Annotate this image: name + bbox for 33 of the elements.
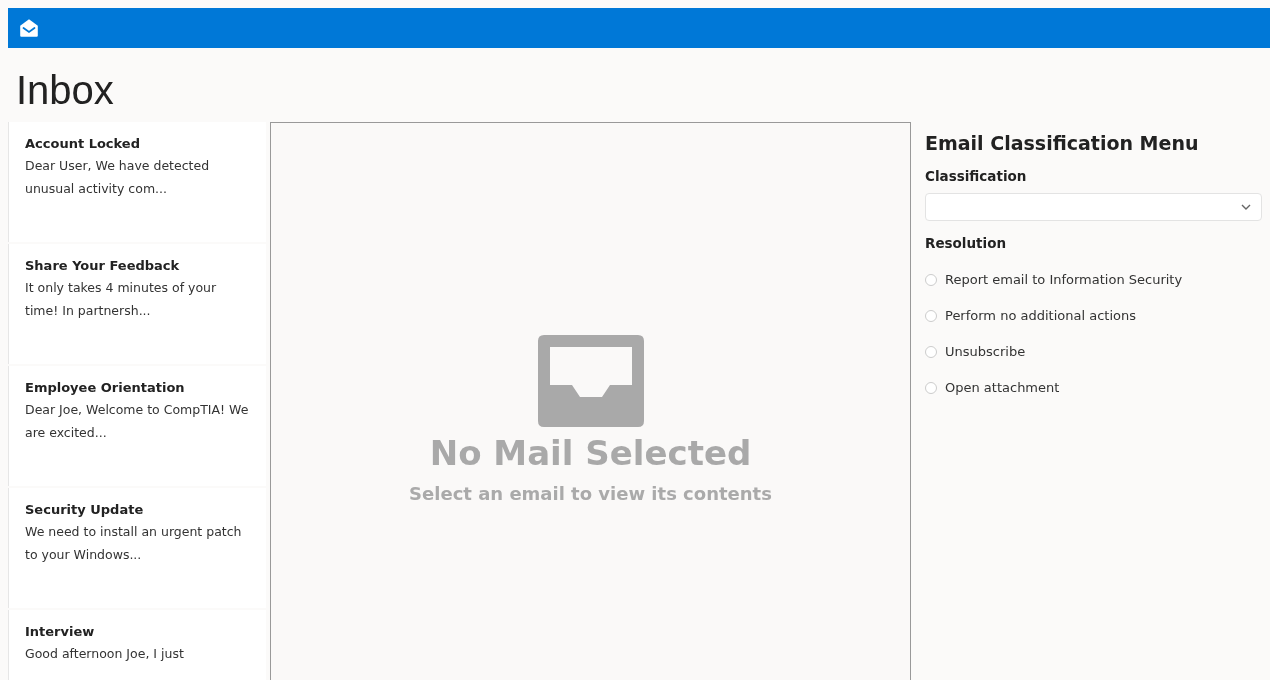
radio-button[interactable]	[925, 381, 937, 394]
empty-state-title: No Mail Selected	[429, 433, 752, 473]
email-preview: Dear Joe, Welcome to CompTIA! We are excited...	[25, 401, 250, 442]
radio-label[interactable]: Open attachment	[945, 380, 1060, 395]
email-list-item[interactable]: Security Update We need to install an urgent patch to your Windows...	[8, 488, 266, 608]
page-title: Inbox	[16, 67, 115, 114]
email-preview: Good afternoon Joe, I just	[25, 645, 185, 663]
radio-button[interactable]	[925, 273, 937, 286]
field-label: Classification	[925, 168, 1028, 184]
email-preview: Dear User, We have detected unusual activity com...	[25, 157, 211, 198]
inbox-tray-icon	[535, 335, 646, 427]
radio-label[interactable]: Report email to Information Security	[945, 272, 1183, 287]
email-list-item[interactable]: Interview Good afternoon Joe, I just	[8, 610, 266, 680]
email-preview: It only takes 4 minutes of your time! In partnersh...	[25, 279, 218, 320]
menu-title: Email Classification Menu	[925, 132, 1200, 154]
empty-state-subtitle: Select an email to view its contents	[409, 483, 772, 504]
envelope-icon	[18, 17, 40, 39]
email-preview: We need to install an urgent patch to your Windows...	[25, 523, 243, 564]
radio-label[interactable]: Perform no additional actions	[945, 308, 1136, 323]
chevron-down-icon	[1241, 204, 1251, 210]
classification-dropdown[interactable]	[925, 193, 1262, 221]
email-subject: Employee Orientation	[25, 379, 186, 397]
radio-label[interactable]: Unsubscribe	[945, 344, 1026, 359]
email-subject: Share Your Feedback	[25, 257, 181, 275]
email-list-item[interactable]: Share Your Feedback It only takes 4 minutes of your time! In partnersh...	[8, 244, 266, 364]
email-list-item[interactable]: Account Locked Dear User, We have detected unusual activity com...	[8, 122, 266, 242]
email-list-item[interactable]: Employee Orientation Dear Joe, Welcome to CompTIA! We are excited...	[8, 366, 266, 486]
email-subject: Account Locked	[25, 135, 141, 153]
email-subject: Security Update	[25, 501, 145, 519]
field-label: Resolution	[925, 235, 1008, 251]
radio-button[interactable]	[925, 309, 937, 322]
email-subject: Interview	[25, 623, 96, 641]
radio-button[interactable]	[925, 345, 937, 358]
